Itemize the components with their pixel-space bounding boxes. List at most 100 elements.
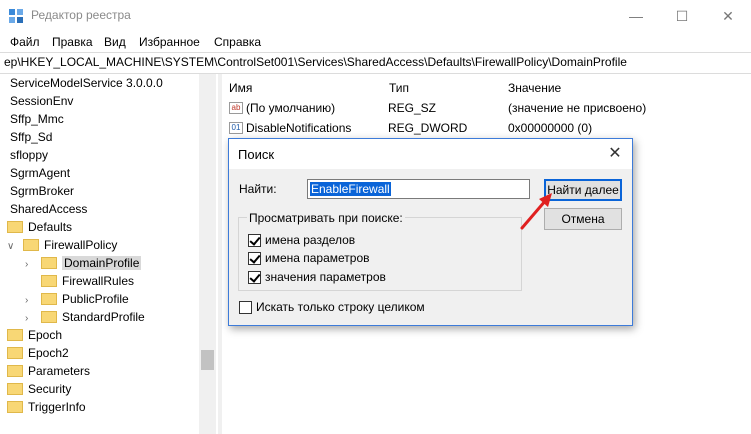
folder-icon bbox=[41, 274, 57, 287]
tree-item-standardprofile[interactable]: › StandardProfile bbox=[25, 308, 145, 326]
values-checkbox-label[interactable]: имена параметров bbox=[265, 251, 370, 265]
tree-item-label: Defaults bbox=[28, 220, 73, 234]
data-checkbox-label[interactable]: значения параметров bbox=[265, 270, 386, 284]
tree-item[interactable]: ServiceModelService 3.0.0.0 bbox=[10, 74, 163, 92]
keys-checkbox-label[interactable]: имена разделов bbox=[265, 233, 355, 247]
folder-icon bbox=[7, 364, 23, 377]
value-data: (значение не присвоено) bbox=[508, 101, 647, 115]
keys-checkbox[interactable] bbox=[248, 234, 261, 247]
tree-item-label: Epoch2 bbox=[28, 346, 69, 360]
tree-scrollbar[interactable] bbox=[199, 74, 216, 434]
find-dialog: Поиск ✕ Найти: EnableFirewall Найти дале… bbox=[228, 138, 633, 326]
tree-item-label: FirewallPolicy bbox=[44, 238, 118, 252]
close-window-button[interactable]: ✕ bbox=[705, 0, 751, 32]
key-tree: ServiceModelService 3.0.0.0 SessionEnv S… bbox=[0, 74, 218, 434]
folder-icon bbox=[7, 400, 23, 413]
tree-item-label: SharedAccess bbox=[10, 202, 88, 216]
find-input[interactable]: EnableFirewall bbox=[307, 179, 530, 199]
minimize-icon: — bbox=[629, 8, 643, 24]
value-type: REG_DWORD bbox=[388, 121, 468, 135]
tree-item-parameters[interactable]: Parameters bbox=[7, 362, 90, 380]
value-row[interactable]: 01 DisableNotifications bbox=[229, 118, 351, 138]
value-data: 0x00000000 (0) bbox=[508, 121, 593, 135]
tree-item-label: SgrmBroker bbox=[10, 184, 75, 198]
chevron-down-icon[interactable]: ∨ bbox=[7, 238, 17, 256]
close-icon: ✕ bbox=[722, 7, 734, 24]
tree-item-security[interactable]: Security bbox=[7, 380, 71, 398]
look-at-legend: Просматривать при поиске: bbox=[247, 211, 405, 225]
tree-item-epoch2[interactable]: Epoch2 bbox=[7, 344, 69, 362]
find-label: Найти: bbox=[239, 182, 277, 196]
folder-icon bbox=[41, 310, 57, 323]
pane-splitter[interactable] bbox=[218, 74, 222, 434]
column-name[interactable]: Имя bbox=[229, 78, 252, 98]
tree-item[interactable]: SharedAccess bbox=[10, 200, 87, 218]
column-type[interactable]: Тип bbox=[389, 78, 409, 98]
menu-file[interactable]: Файл bbox=[10, 35, 40, 49]
tree-item-firewallrules[interactable]: FirewallRules bbox=[41, 272, 134, 290]
tree-item-firewallpolicy[interactable]: ∨ FirewallPolicy bbox=[7, 236, 117, 254]
tree-item[interactable]: Sffp_Sd bbox=[10, 128, 52, 146]
minimize-button[interactable]: — bbox=[613, 0, 659, 32]
close-icon: ✕ bbox=[608, 145, 622, 162]
maximize-icon: ☐ bbox=[675, 7, 689, 24]
chevron-right-icon[interactable]: › bbox=[25, 256, 35, 274]
tree-item-label: PublicProfile bbox=[62, 292, 129, 306]
tree-item-domainprofile[interactable]: › DomainProfile bbox=[25, 254, 142, 274]
string-value-icon: ab bbox=[229, 101, 243, 114]
folder-icon bbox=[7, 220, 23, 233]
tree-scrollbar-thumb[interactable] bbox=[201, 350, 214, 370]
tree-item[interactable]: SgrmAgent bbox=[10, 164, 70, 182]
tree-item[interactable]: SgrmBroker bbox=[10, 182, 74, 200]
folder-icon bbox=[41, 292, 57, 305]
folder-icon bbox=[41, 256, 57, 269]
value-name: (По умолчанию) bbox=[246, 101, 336, 115]
tree-item-label: FirewallRules bbox=[62, 274, 135, 288]
tree-item-label: DomainProfile bbox=[62, 256, 142, 270]
folder-icon bbox=[7, 346, 23, 359]
folder-icon bbox=[23, 238, 39, 251]
menu-help[interactable]: Справка bbox=[214, 35, 261, 49]
tree-item[interactable]: Sffp_Mmc bbox=[10, 110, 64, 128]
maximize-button[interactable]: ☐ bbox=[659, 0, 705, 32]
value-row[interactable]: ab (По умолчанию) bbox=[229, 98, 335, 118]
tree-item-publicprofile[interactable]: › PublicProfile bbox=[25, 290, 129, 308]
value-list-header: Имя Тип Значение bbox=[222, 78, 751, 98]
menu-edit[interactable]: Правка bbox=[52, 35, 93, 49]
tree-item-label: Parameters bbox=[28, 364, 91, 378]
dialog-title-bar bbox=[229, 139, 632, 169]
annotation-arrow bbox=[520, 193, 552, 230]
values-checkbox[interactable] bbox=[248, 252, 261, 265]
dialog-close-button[interactable]: ✕ bbox=[602, 142, 628, 166]
column-value[interactable]: Значение bbox=[508, 78, 561, 98]
value-type: REG_SZ bbox=[388, 101, 437, 115]
registry-editor-icon bbox=[9, 9, 23, 23]
menu-view[interactable]: Вид bbox=[104, 35, 126, 49]
tree-item-triggerinfo[interactable]: TriggerInfo bbox=[7, 398, 86, 416]
tree-item-label: Sffp_Mmc bbox=[10, 112, 64, 126]
tree-item-label: sfloppy bbox=[10, 148, 49, 162]
tree-item-label: Epoch bbox=[28, 328, 63, 342]
whole-string-checkbox-label[interactable]: Искать только строку целиком bbox=[256, 300, 425, 314]
tree-item[interactable]: SessionEnv bbox=[10, 92, 73, 110]
tree-item-label: TriggerInfo bbox=[28, 400, 86, 414]
tree-item-label: SessionEnv bbox=[10, 94, 74, 108]
data-checkbox[interactable] bbox=[248, 271, 261, 284]
binary-value-icon: 01 bbox=[229, 121, 243, 134]
address-path[interactable]: ep\HKEY_LOCAL_MACHINE\SYSTEM\ControlSet0… bbox=[4, 55, 627, 69]
tree-item-label: SgrmAgent bbox=[10, 166, 71, 180]
window-title: Редактор реестра bbox=[31, 8, 131, 22]
tree-item-epoch[interactable]: Epoch bbox=[7, 326, 62, 344]
folder-icon bbox=[7, 328, 23, 341]
dialog-title: Поиск bbox=[238, 147, 275, 162]
tree-item-label: Security bbox=[28, 382, 72, 396]
find-input-value: EnableFirewall bbox=[310, 182, 391, 196]
whole-string-checkbox[interactable] bbox=[239, 301, 252, 314]
folder-icon bbox=[7, 382, 23, 395]
tree-item-label: StandardProfile bbox=[62, 310, 145, 324]
menu-favorites[interactable]: Избранное bbox=[139, 35, 200, 49]
tree-item-defaults[interactable]: Defaults bbox=[7, 218, 72, 236]
tree-item[interactable]: sfloppy bbox=[10, 146, 48, 164]
value-name: DisableNotifications bbox=[246, 121, 352, 135]
tree-item-label: Sffp_Sd bbox=[10, 130, 53, 144]
